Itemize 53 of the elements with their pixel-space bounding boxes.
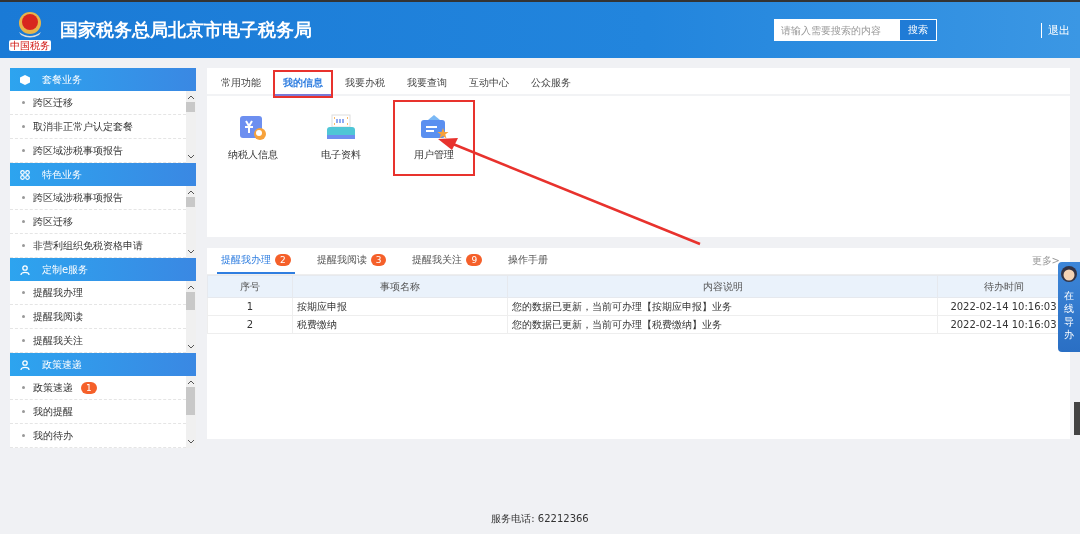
scroll-thumb[interactable] xyxy=(186,197,195,207)
scroll-thumb[interactable] xyxy=(186,292,195,310)
function-tile[interactable]: 纳税人信息 xyxy=(219,102,287,174)
user-icon xyxy=(20,359,30,370)
table-cell: 按期应申报 xyxy=(292,297,508,316)
panel-title: 政策速递 xyxy=(42,357,82,372)
chevron-up-icon[interactable] xyxy=(187,190,195,195)
function-tile[interactable]: 电子资料 xyxy=(307,102,375,174)
chevron-up-icon[interactable] xyxy=(187,285,195,290)
tab[interactable]: 我要查询 xyxy=(399,72,455,96)
panel-title: 套餐业务 xyxy=(42,72,82,87)
tab[interactable]: 操作手册 xyxy=(504,248,553,274)
side-tab[interactable] xyxy=(1074,402,1080,435)
column-header: 内容说明 xyxy=(507,275,938,298)
printer-icon xyxy=(326,114,356,142)
count-badge: 1 xyxy=(81,381,97,394)
grid-icon xyxy=(20,169,30,180)
function-tile[interactable]: 用户管理 xyxy=(395,102,473,174)
column-header: 序号 xyxy=(207,275,293,298)
scrollbar[interactable] xyxy=(186,281,196,353)
site-title: 国家税务总局北京市电子税务局 xyxy=(60,18,312,42)
tab[interactable]: 提醒我阅读 3 xyxy=(312,248,391,274)
scroll-thumb[interactable] xyxy=(186,387,195,415)
chevron-down-icon[interactable] xyxy=(187,154,195,159)
footer-text: 服务电话: 62212366 xyxy=(491,513,589,524)
table-cell: 税费缴纳 xyxy=(292,315,508,334)
table-cell: 2 xyxy=(207,315,293,334)
receipt-search-icon xyxy=(238,114,268,142)
user-icon xyxy=(20,264,30,275)
cube-icon xyxy=(20,74,30,85)
panel-title: 特色业务 xyxy=(42,167,82,182)
tab[interactable]: 我要办税 xyxy=(337,72,393,96)
scrollbar[interactable] xyxy=(186,376,196,448)
scroll-thumb[interactable] xyxy=(186,102,195,112)
scrollbar[interactable] xyxy=(186,91,196,163)
tab[interactable]: 互动中心 xyxy=(461,72,517,96)
chevron-down-icon[interactable] xyxy=(187,439,195,444)
column-header: 事项名称 xyxy=(292,275,508,298)
chevron-down-icon[interactable] xyxy=(187,249,195,254)
table-cell: 您的数据已更新，当前可办理【税费缴纳】业务 xyxy=(507,315,938,334)
avatar-icon xyxy=(1060,265,1078,283)
chevron-up-icon[interactable] xyxy=(187,95,195,100)
tab[interactable]: 公众服务 xyxy=(523,72,579,96)
table-cell: 1 xyxy=(207,297,293,316)
chevron-up-icon[interactable] xyxy=(187,380,195,385)
chevron-down-icon[interactable] xyxy=(187,344,195,349)
scrollbar[interactable] xyxy=(186,186,196,258)
tab[interactable]: 常用功能 xyxy=(213,72,269,96)
table-cell: 您的数据已更新，当前可办理【按期应申报】业务 xyxy=(507,297,938,316)
panel-title: 定制e服务 xyxy=(42,262,89,277)
tab[interactable]: 提醒我关注 9 xyxy=(408,248,487,274)
logo-seal-text: 中国税务 xyxy=(9,39,51,51)
tab[interactable]: 我的信息 xyxy=(275,72,331,96)
